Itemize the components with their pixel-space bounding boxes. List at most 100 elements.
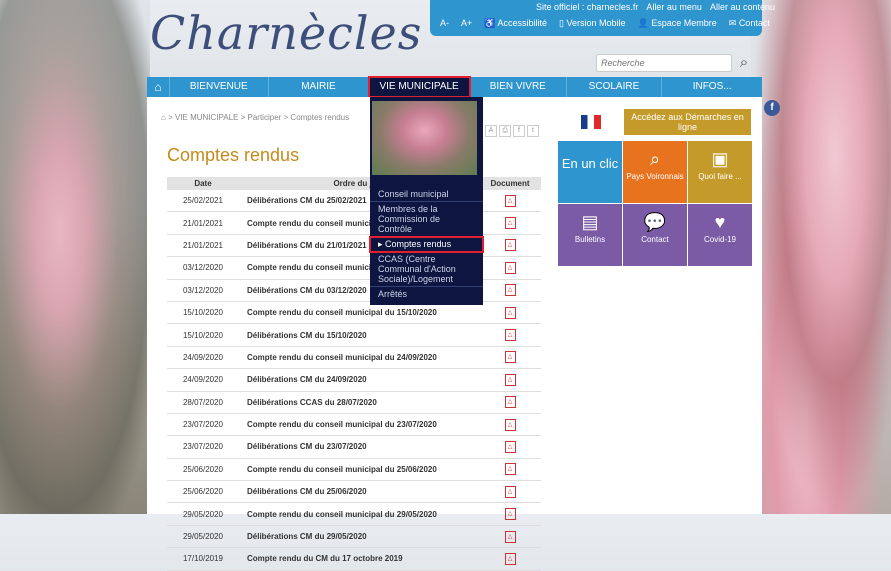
- nav-vie-municipale[interactable]: VIE MUNICIPALE: [368, 76, 471, 98]
- mobile-version-link[interactable]: ▯ Version Mobile: [559, 18, 626, 29]
- table-row: 23/07/2020 Compte rendu du conseil munici…: [167, 413, 541, 437]
- tile-contact[interactable]: 💬 Contact: [623, 204, 687, 266]
- pdf-icon: △: [504, 351, 516, 364]
- search-icon[interactable]: ⌕: [734, 54, 754, 72]
- pdf-download-link[interactable]: △: [479, 525, 541, 549]
- search-input[interactable]: [596, 54, 732, 72]
- vie-municipale-dropdown: Conseil municipal Membres de la Commissi…: [369, 97, 484, 305]
- breadcrumb: ⌂ > VIE MUNICIPALE > Participer > Compte…: [161, 113, 349, 122]
- nav-mairie[interactable]: MAIRIE: [269, 77, 370, 97]
- pdf-download-link[interactable]: △: [479, 211, 541, 235]
- pdf-icon: △: [504, 463, 516, 476]
- pdf-download-link[interactable]: △: [479, 301, 541, 325]
- pdf-download-link[interactable]: △: [479, 279, 541, 302]
- row-date: 15/10/2020: [167, 323, 239, 347]
- accessibility-link[interactable]: ♿ Accessibilité: [484, 18, 547, 29]
- breadcrumb-text[interactable]: > VIE MUNICIPALE > Participer > Comptes …: [168, 113, 349, 122]
- site-logo[interactable]: Charnècles: [150, 6, 422, 60]
- background-left: [0, 0, 150, 514]
- member-area-link[interactable]: 👤 Espace Membre: [638, 18, 717, 29]
- home-icon[interactable]: ⌂: [147, 77, 170, 97]
- pdf-download-link[interactable]: △: [479, 413, 541, 437]
- home-icon[interactable]: ⌂: [161, 113, 166, 122]
- nav-bien-vivre[interactable]: BIEN VIVRE: [470, 77, 567, 97]
- chat-icon: 💬: [643, 212, 667, 232]
- facebook-icon[interactable]: f: [764, 100, 780, 116]
- pdf-icon: △: [504, 239, 516, 252]
- contact-link[interactable]: ✉ Contact: [729, 18, 770, 29]
- online-procedures-label: Accédez aux Démarches en ligne: [624, 109, 751, 135]
- pdf-icon: △: [504, 217, 516, 230]
- pdf-download-link[interactable]: △: [479, 458, 541, 482]
- nav-scolaire[interactable]: SCOLAIRE: [567, 77, 663, 97]
- pdf-download-link[interactable]: △: [479, 368, 541, 392]
- menu-item-ccas[interactable]: CCAS (Centre Communal d'Action Sociale)/…: [370, 252, 483, 287]
- skip-to-menu-link[interactable]: Aller au menu: [646, 2, 702, 12]
- tile-quoi-faire[interactable]: ▣ Quoi faire ...: [688, 141, 752, 203]
- tile-pays-voironnais[interactable]: ⌕ Pays Voironnais: [623, 141, 687, 203]
- pdf-download-link[interactable]: △: [479, 323, 541, 347]
- table-row: 25/06/2020 Délibérations CM du 25/06/2020…: [167, 480, 541, 504]
- pdf-icon: △: [504, 440, 516, 453]
- table-row: 25/06/2020 Compte rendu du conseil munici…: [167, 458, 541, 482]
- pdf-download-link[interactable]: △: [479, 190, 541, 213]
- pdf-download-link[interactable]: △: [479, 547, 541, 571]
- document-icon: ▤: [581, 212, 599, 232]
- row-date: 17/10/2019: [167, 547, 239, 571]
- pdf-download-link[interactable]: △: [479, 480, 541, 504]
- top-links: Site officiel : charnecles.fr Aller au m…: [536, 2, 781, 12]
- menu-item-commission[interactable]: Membres de la Commission de Contrôle: [370, 202, 483, 237]
- row-date: 03/12/2020: [167, 256, 239, 280]
- twitter-share-icon[interactable]: t: [527, 125, 539, 137]
- menu-item-conseil-municipal[interactable]: Conseil municipal: [370, 187, 483, 202]
- text-decrease-button[interactable]: A-: [440, 18, 449, 29]
- pdf-icon: △: [504, 194, 516, 207]
- tile-bulletins[interactable]: ▤ Bulletins: [558, 204, 622, 266]
- row-title: Délibérations CM du 24/09/2020: [239, 368, 479, 392]
- table-row: 23/07/2020 Délibérations CM du 23/07/2020…: [167, 435, 541, 459]
- table-row: 28/07/2020 Délibérations CCAS du 28/07/20…: [167, 391, 541, 414]
- pdf-download-link[interactable]: △: [479, 435, 541, 459]
- nav-bienvenue[interactable]: BIENVENUE: [170, 77, 269, 97]
- row-title: Compte rendu du conseil municipal du 25/…: [239, 458, 479, 482]
- quick-links-grid: En un clic ⌕ Pays Voironnais ▣ Quoi fair…: [558, 141, 752, 266]
- table-row: 03/12/2020 Délibérations CM du 03/12/2020…: [167, 279, 541, 302]
- column-header-document: Document: [479, 177, 541, 190]
- pdf-download-link[interactable]: △: [479, 256, 541, 280]
- republique-francaise-logo: [558, 109, 624, 135]
- heart-icon: ♥: [714, 212, 726, 232]
- reports-table: Date Ordre du jour Document 25/02/2021 Dé…: [167, 177, 541, 571]
- menu-item-comptes-rendus[interactable]: ▸ Comptes rendus: [369, 236, 484, 253]
- official-site-link[interactable]: Site officiel : charnecles.fr: [536, 2, 638, 12]
- pdf-icon: △: [504, 530, 516, 543]
- row-title: Compte rendu du CM du 17 octobre 2019: [239, 547, 479, 571]
- row-date: 29/05/2020: [167, 502, 239, 526]
- dropdown-photo: [372, 101, 477, 175]
- skip-to-content-link[interactable]: Aller au contenu: [710, 2, 775, 12]
- search-icon: ⌕: [649, 149, 661, 169]
- pdf-download-link[interactable]: △: [479, 391, 541, 414]
- table-row: 21/01/2021 Délibérations CM du 21/01/2021…: [167, 234, 541, 258]
- text-increase-button[interactable]: A+: [461, 18, 472, 29]
- pdf-icon: △: [504, 373, 516, 386]
- pdf-icon: △: [504, 261, 516, 274]
- pdf-icon: △: [504, 508, 516, 521]
- row-date: 25/06/2020: [167, 480, 239, 504]
- en-un-clic-label: En un clic: [561, 156, 619, 171]
- menu-item-arretes[interactable]: Arrêtés: [370, 287, 483, 301]
- image-icon: ▣: [711, 149, 729, 169]
- pdf-download-link[interactable]: △: [479, 234, 541, 258]
- nav-infos[interactable]: INFOS...: [662, 77, 762, 97]
- facebook-share-icon[interactable]: f: [513, 125, 525, 137]
- tile-covid[interactable]: ♥ Covid-19: [688, 204, 752, 266]
- pdf-download-link[interactable]: △: [479, 502, 541, 526]
- print-icon[interactable]: ⎙: [499, 125, 511, 137]
- background-right: [751, 0, 891, 514]
- pdf-icon: △: [504, 284, 516, 297]
- column-header-date: Date: [167, 177, 239, 190]
- online-procedures-banner[interactable]: Accédez aux Démarches en ligne: [558, 109, 751, 135]
- pdf-download-link[interactable]: △: [479, 346, 541, 370]
- text-size-icon[interactable]: A: [485, 125, 497, 137]
- row-date: 23/07/2020: [167, 413, 239, 437]
- pdf-icon: △: [504, 329, 516, 342]
